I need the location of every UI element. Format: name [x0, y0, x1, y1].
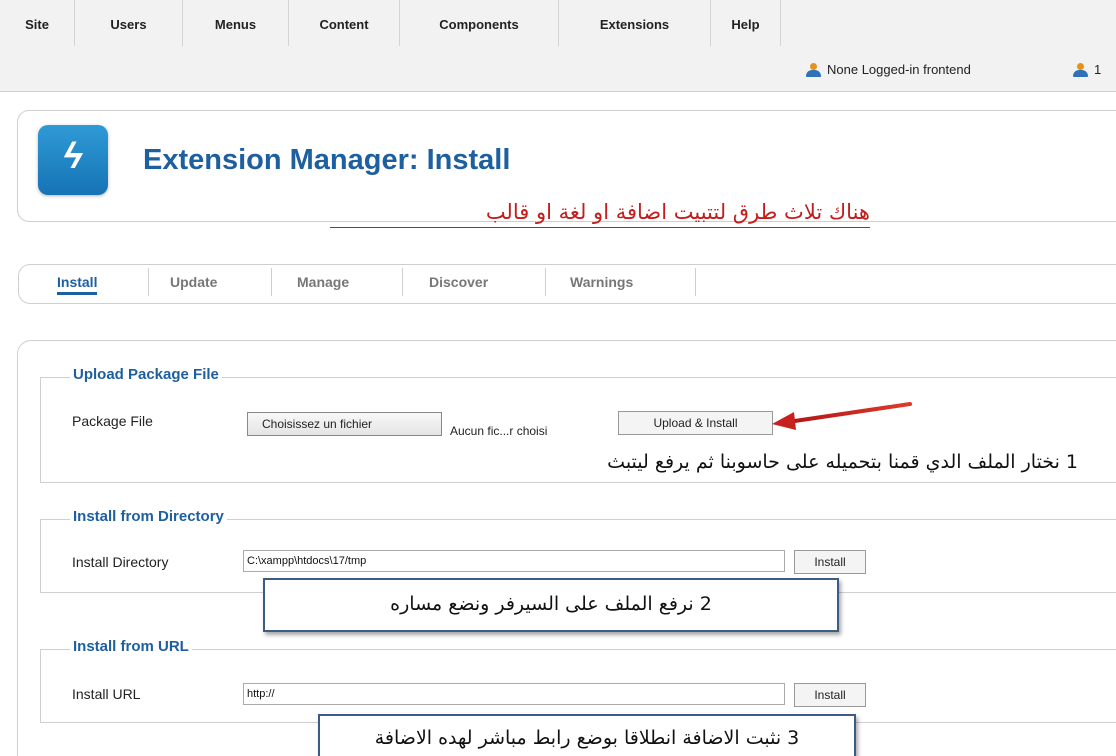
- logged-in-frontend-text: None Logged-in frontend: [827, 62, 971, 77]
- tab-warnings[interactable]: Warnings: [570, 274, 633, 290]
- upload-package-legend: Upload Package File: [70, 366, 222, 383]
- red-arrow-icon: [772, 402, 912, 430]
- tab-install[interactable]: Install: [57, 274, 98, 295]
- upload-annotation: 1 نختار الملف الدي قمنا بتحميله على حاسو…: [607, 451, 1078, 473]
- install-directory-button[interactable]: Install: [794, 550, 866, 574]
- admin-menu: Site Users Menus Content Components Exte…: [0, 0, 781, 46]
- tab-separator: [148, 268, 149, 296]
- red-annotation-underline: [330, 227, 870, 228]
- menu-users[interactable]: Users: [75, 0, 183, 46]
- user-icon: [1072, 62, 1090, 77]
- logged-in-frontend-status[interactable]: None Logged-in frontend: [805, 62, 971, 77]
- tab-separator: [545, 268, 546, 296]
- user-icon: [805, 62, 823, 77]
- menu-content[interactable]: Content: [289, 0, 400, 46]
- page-title: Extension Manager: Install: [143, 144, 511, 176]
- install-directory-legend: Install from Directory: [70, 508, 227, 525]
- install-url-button[interactable]: Install: [794, 683, 866, 707]
- tab-update[interactable]: Update: [170, 274, 217, 290]
- red-annotation: هناك تلاث طرق لتتبيت اضافة او لغة او قال…: [485, 200, 870, 224]
- menu-extensions[interactable]: Extensions: [559, 0, 711, 46]
- tab-manage[interactable]: Manage: [297, 274, 349, 290]
- tab-separator: [271, 268, 272, 296]
- url-annotation-callout: 3 نثبت الاضافة انطلاقا بوضع رابط مباشر ل…: [318, 714, 856, 756]
- tab-separator: [402, 268, 403, 296]
- install-url-label: Install URL: [72, 686, 141, 702]
- menu-menus[interactable]: Menus: [183, 0, 289, 46]
- install-directory-input[interactable]: C:\xampp\htdocs\17/tmp: [243, 550, 785, 572]
- lightning-bolt-icon: ϟ: [38, 125, 108, 195]
- tab-separator: [695, 268, 696, 296]
- choose-file-button[interactable]: Choisissez un fichier: [247, 412, 442, 436]
- install-url-input[interactable]: http://: [243, 683, 785, 705]
- install-directory-label: Install Directory: [72, 554, 169, 570]
- menu-components[interactable]: Components: [400, 0, 559, 46]
- directory-annotation-callout: 2 نرفع الملف على السيرفر ونضع مساره: [263, 578, 839, 632]
- package-file-label: Package File: [72, 413, 153, 429]
- upload-install-button[interactable]: Upload & Install: [618, 411, 773, 435]
- menu-help[interactable]: Help: [711, 0, 781, 46]
- menu-site[interactable]: Site: [0, 0, 75, 46]
- logged-in-backend-status[interactable]: 1: [1072, 62, 1101, 77]
- tab-discover[interactable]: Discover: [429, 274, 488, 290]
- install-url-legend: Install from URL: [70, 638, 192, 655]
- logged-in-backend-count: 1: [1094, 62, 1102, 77]
- selected-file-name: Aucun fic...r choisi: [450, 424, 548, 438]
